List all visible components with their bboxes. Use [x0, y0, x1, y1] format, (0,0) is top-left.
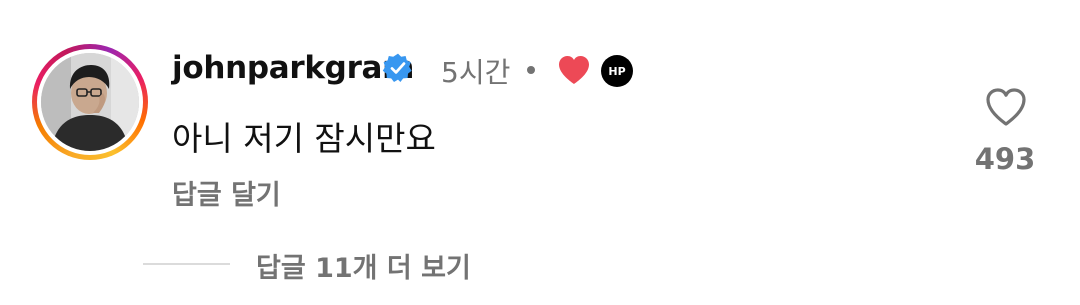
avatar[interactable] — [41, 53, 139, 151]
avatar-photo — [41, 53, 139, 151]
creator-avatar-badge: HP — [601, 55, 633, 87]
comment-text: 아니 저기 잠시만요 — [172, 119, 436, 158]
comment-timestamp: 5시간 — [441, 56, 511, 89]
separator-dot — [527, 66, 535, 74]
avatar-story-ring[interactable] — [32, 44, 148, 160]
verified-badge-icon — [382, 53, 412, 82]
like-count: 493 — [974, 142, 1036, 176]
replies-divider — [143, 263, 230, 265]
reply-button[interactable]: 답글 달기 — [172, 173, 281, 212]
like-heart-icon[interactable] — [984, 86, 1028, 128]
creator-liked-heart-icon — [559, 56, 589, 84]
view-replies-button[interactable]: 답글 11개 더 보기 — [256, 246, 471, 285]
username-link[interactable]: johnparkgram — [172, 50, 414, 86]
